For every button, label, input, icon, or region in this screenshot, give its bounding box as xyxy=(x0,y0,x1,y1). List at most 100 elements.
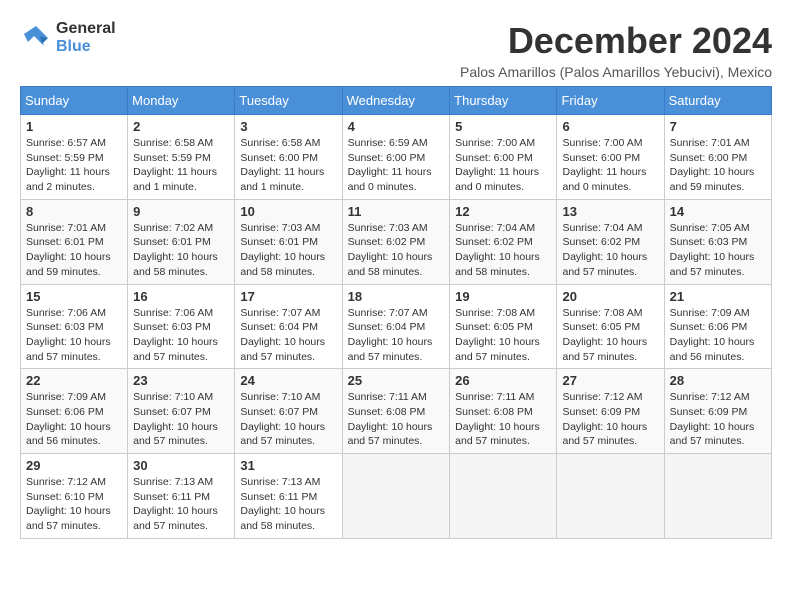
col-tuesday: Tuesday xyxy=(235,87,342,115)
day-info: Sunrise: 7:09 AMSunset: 6:06 PMDaylight:… xyxy=(26,390,122,449)
day-info: Sunrise: 7:06 AMSunset: 6:03 PMDaylight:… xyxy=(133,306,229,365)
day-info: Sunrise: 7:13 AMSunset: 6:11 PMDaylight:… xyxy=(133,475,229,534)
day-info: Sunrise: 6:57 AMSunset: 5:59 PMDaylight:… xyxy=(26,136,122,195)
calendar-cell: 10Sunrise: 7:03 AMSunset: 6:01 PMDayligh… xyxy=(235,199,342,284)
calendar-week-3: 15 Sunrise: 7:06 AMSunset: 6:03 PMDayligh… xyxy=(21,284,772,369)
day-number: 28 xyxy=(670,373,766,388)
day-number: 20 xyxy=(562,289,658,304)
calendar-cell: 28 Sunrise: 7:12 AMSunset: 6:09 PMDayligh… xyxy=(664,369,771,454)
calendar-cell: 4 Sunrise: 6:59 AMSunset: 6:00 PMDaylight… xyxy=(342,115,450,200)
day-info: Sunrise: 7:09 AMSunset: 6:06 PMDaylight:… xyxy=(670,306,766,365)
calendar-cell: 17Sunrise: 7:07 AMSunset: 6:04 PMDayligh… xyxy=(235,284,342,369)
calendar-cell xyxy=(450,454,557,539)
calendar-week-2: 8Sunrise: 7:01 AMSunset: 6:01 PMDaylight… xyxy=(21,199,772,284)
day-number: 3 xyxy=(240,119,336,134)
calendar-cell xyxy=(342,454,450,539)
calendar-cell: 24 Sunrise: 7:10 AMSunset: 6:07 PMDayligh… xyxy=(235,369,342,454)
day-number: 18 xyxy=(348,289,445,304)
calendar-table: Sunday Monday Tuesday Wednesday Thursday… xyxy=(20,86,772,539)
day-info: Sunrise: 7:06 AMSunset: 6:03 PMDaylight:… xyxy=(26,306,122,365)
calendar-cell: 31Sunrise: 7:13 AMSunset: 6:11 PMDayligh… xyxy=(235,454,342,539)
day-info: Sunrise: 7:12 AMSunset: 6:10 PMDaylight:… xyxy=(26,475,122,534)
calendar-cell: 6 Sunrise: 7:00 AMSunset: 6:00 PMDaylight… xyxy=(557,115,664,200)
day-info: Sunrise: 7:07 AMSunset: 6:04 PMDaylight:… xyxy=(348,306,445,365)
day-number: 22 xyxy=(26,373,122,388)
day-number: 21 xyxy=(670,289,766,304)
calendar-cell: 12Sunrise: 7:04 AMSunset: 6:02 PMDayligh… xyxy=(450,199,557,284)
col-friday: Friday xyxy=(557,87,664,115)
calendar-cell: 19Sunrise: 7:08 AMSunset: 6:05 PMDayligh… xyxy=(450,284,557,369)
calendar-body: 1Sunrise: 6:57 AMSunset: 5:59 PMDaylight… xyxy=(21,115,772,539)
calendar-cell xyxy=(557,454,664,539)
calendar-cell: 21 Sunrise: 7:09 AMSunset: 6:06 PMDayligh… xyxy=(664,284,771,369)
day-info: Sunrise: 7:00 AMSunset: 6:00 PMDaylight:… xyxy=(455,136,551,195)
calendar-cell: 25Sunrise: 7:11 AMSunset: 6:08 PMDayligh… xyxy=(342,369,450,454)
day-info: Sunrise: 7:12 AMSunset: 6:09 PMDaylight:… xyxy=(670,390,766,449)
day-info: Sunrise: 7:10 AMSunset: 6:07 PMDaylight:… xyxy=(133,390,229,449)
day-number: 16 xyxy=(133,289,229,304)
calendar-cell: 29Sunrise: 7:12 AMSunset: 6:10 PMDayligh… xyxy=(21,454,128,539)
day-number: 12 xyxy=(455,204,551,219)
day-info: Sunrise: 7:03 AMSunset: 6:01 PMDaylight:… xyxy=(240,221,336,280)
day-number: 31 xyxy=(240,458,336,473)
logo-icon xyxy=(20,24,52,52)
day-number: 7 xyxy=(670,119,766,134)
day-info: Sunrise: 6:58 AMSunset: 6:00 PMDaylight:… xyxy=(240,136,336,195)
calendar-cell: 15 Sunrise: 7:06 AMSunset: 6:03 PMDayligh… xyxy=(21,284,128,369)
calendar-cell: 20 Sunrise: 7:08 AMSunset: 6:05 PMDayligh… xyxy=(557,284,664,369)
calendar-cell: 18 Sunrise: 7:07 AMSunset: 6:04 PMDayligh… xyxy=(342,284,450,369)
calendar-cell: 22 Sunrise: 7:09 AMSunset: 6:06 PMDayligh… xyxy=(21,369,128,454)
day-number: 24 xyxy=(240,373,336,388)
col-saturday: Saturday xyxy=(664,87,771,115)
logo-general: General xyxy=(56,20,116,38)
calendar-cell: 1Sunrise: 6:57 AMSunset: 5:59 PMDaylight… xyxy=(21,115,128,200)
calendar-week-4: 22 Sunrise: 7:09 AMSunset: 6:06 PMDayligh… xyxy=(21,369,772,454)
calendar-cell: 2 Sunrise: 6:58 AMSunset: 5:59 PMDaylight… xyxy=(128,115,235,200)
col-sunday: Sunday xyxy=(21,87,128,115)
day-info: Sunrise: 7:10 AMSunset: 6:07 PMDaylight:… xyxy=(240,390,336,449)
calendar-cell: 13Sunrise: 7:04 AMSunset: 6:02 PMDayligh… xyxy=(557,199,664,284)
day-number: 2 xyxy=(133,119,229,134)
calendar-cell: 5 Sunrise: 7:00 AMSunset: 6:00 PMDaylight… xyxy=(450,115,557,200)
day-info: Sunrise: 7:03 AMSunset: 6:02 PMDaylight:… xyxy=(348,221,445,280)
day-info: Sunrise: 7:11 AMSunset: 6:08 PMDaylight:… xyxy=(348,390,445,449)
day-info: Sunrise: 7:11 AMSunset: 6:08 PMDaylight:… xyxy=(455,390,551,449)
day-number: 17 xyxy=(240,289,336,304)
col-wednesday: Wednesday xyxy=(342,87,450,115)
calendar-week-1: 1Sunrise: 6:57 AMSunset: 5:59 PMDaylight… xyxy=(21,115,772,200)
day-number: 23 xyxy=(133,373,229,388)
calendar-header: Sunday Monday Tuesday Wednesday Thursday… xyxy=(21,87,772,115)
day-info: Sunrise: 7:02 AMSunset: 6:01 PMDaylight:… xyxy=(133,221,229,280)
day-number: 4 xyxy=(348,119,445,134)
logo-blue: Blue xyxy=(56,38,116,56)
day-number: 14 xyxy=(670,204,766,219)
day-number: 11 xyxy=(348,204,445,219)
header-row: Sunday Monday Tuesday Wednesday Thursday… xyxy=(21,87,772,115)
calendar-week-5: 29Sunrise: 7:12 AMSunset: 6:10 PMDayligh… xyxy=(21,454,772,539)
day-info: Sunrise: 6:59 AMSunset: 6:00 PMDaylight:… xyxy=(348,136,445,195)
col-thursday: Thursday xyxy=(450,87,557,115)
day-number: 30 xyxy=(133,458,229,473)
day-info: Sunrise: 7:01 AMSunset: 6:00 PMDaylight:… xyxy=(670,136,766,195)
day-number: 9 xyxy=(133,204,229,219)
day-number: 19 xyxy=(455,289,551,304)
day-info: Sunrise: 6:58 AMSunset: 5:59 PMDaylight:… xyxy=(133,136,229,195)
day-number: 6 xyxy=(562,119,658,134)
day-number: 15 xyxy=(26,289,122,304)
calendar-cell: 11 Sunrise: 7:03 AMSunset: 6:02 PMDayligh… xyxy=(342,199,450,284)
calendar-cell: 3 Sunrise: 6:58 AMSunset: 6:00 PMDaylight… xyxy=(235,115,342,200)
calendar-cell: 27Sunrise: 7:12 AMSunset: 6:09 PMDayligh… xyxy=(557,369,664,454)
location-subtitle: Palos Amarillos (Palos Amarillos Yebuciv… xyxy=(460,64,772,80)
page-header: General Blue December 2024 Palos Amarill… xyxy=(20,20,772,80)
day-number: 5 xyxy=(455,119,551,134)
calendar-cell: 26Sunrise: 7:11 AMSunset: 6:08 PMDayligh… xyxy=(450,369,557,454)
day-info: Sunrise: 7:01 AMSunset: 6:01 PMDaylight:… xyxy=(26,221,122,280)
day-info: Sunrise: 7:08 AMSunset: 6:05 PMDaylight:… xyxy=(562,306,658,365)
day-info: Sunrise: 7:00 AMSunset: 6:00 PMDaylight:… xyxy=(562,136,658,195)
month-title: December 2024 xyxy=(460,20,772,62)
calendar-cell: 30 Sunrise: 7:13 AMSunset: 6:11 PMDayligh… xyxy=(128,454,235,539)
calendar-cell: 16 Sunrise: 7:06 AMSunset: 6:03 PMDayligh… xyxy=(128,284,235,369)
col-monday: Monday xyxy=(128,87,235,115)
logo: General Blue xyxy=(20,20,116,55)
calendar-cell xyxy=(664,454,771,539)
